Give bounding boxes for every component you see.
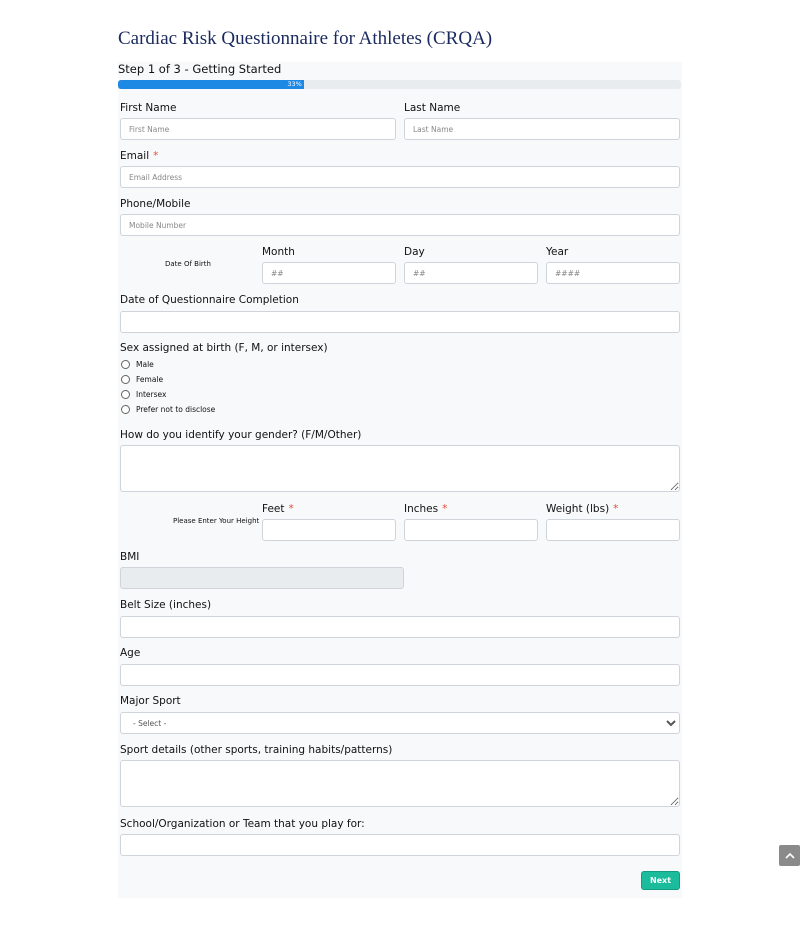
inches-required-mark: * xyxy=(442,503,448,515)
bmi-input xyxy=(120,567,404,589)
last-name-label: Last Name xyxy=(404,102,461,114)
progress-bar: 33% xyxy=(118,80,681,89)
first-name-label: First Name xyxy=(120,102,177,114)
dob-day-label: Day xyxy=(404,246,425,258)
school-label: School/Organization or Team that you pla… xyxy=(120,818,365,830)
feet-input[interactable] xyxy=(262,519,396,541)
step-label: Step 1 of 3 - Getting Started xyxy=(118,62,282,76)
feet-label: Feet * xyxy=(262,503,294,515)
sex-option-label: Male xyxy=(136,360,154,369)
sex-option-label: Intersex xyxy=(136,390,167,399)
dob-month-input[interactable] xyxy=(262,262,396,284)
radio-circle[interactable] xyxy=(121,360,130,369)
sex-option-male[interactable]: Male xyxy=(121,360,154,369)
dob-year-label: Year xyxy=(546,246,569,258)
progress-fill: 33% xyxy=(118,80,304,89)
dob-side-label: Date Of Birth xyxy=(165,260,211,268)
weight-required-mark: * xyxy=(613,503,619,515)
belt-input[interactable] xyxy=(120,616,680,638)
last-name-input[interactable] xyxy=(404,118,680,140)
phone-input[interactable] xyxy=(120,214,680,236)
page-title: Cardiac Risk Questionnaire for Athletes … xyxy=(118,28,493,49)
sex-option-intersex[interactable]: Intersex xyxy=(121,390,166,399)
sex-option-label: Prefer not to disclose xyxy=(136,405,216,414)
inches-input[interactable] xyxy=(404,519,538,541)
sex-option-prefer-not[interactable]: Prefer not to disclose xyxy=(121,405,215,414)
dob-month-label: Month xyxy=(262,246,295,258)
sex-option-female[interactable]: Female xyxy=(121,375,163,384)
weight-label-text: Weight (lbs) xyxy=(546,503,610,515)
form-panel: Step 1 of 3 - Getting Started 33% First … xyxy=(118,62,682,898)
first-name-input[interactable] xyxy=(120,118,396,140)
email-required-mark: * xyxy=(153,150,159,162)
weight-input[interactable] xyxy=(546,519,680,541)
age-input[interactable] xyxy=(120,664,680,686)
feet-required-mark: * xyxy=(288,503,294,515)
weight-label: Weight (lbs) * xyxy=(546,503,618,515)
completion-date-label: Date of Questionnaire Completion xyxy=(120,294,299,306)
sport-details-label: Sport details (other sports, training ha… xyxy=(120,744,393,756)
completion-date-input[interactable] xyxy=(120,311,680,333)
sport-label: Major Sport xyxy=(120,695,181,707)
sex-option-label: Female xyxy=(136,375,164,384)
sex-label: Sex assigned at birth (F, M, or intersex… xyxy=(120,342,328,354)
dob-year-input[interactable] xyxy=(546,262,680,284)
sport-details-textarea[interactable] xyxy=(120,760,680,807)
email-label: Email * xyxy=(120,150,158,162)
bmi-label: BMI xyxy=(120,551,140,563)
scroll-top-button[interactable] xyxy=(779,845,800,866)
school-input[interactable] xyxy=(120,834,680,856)
next-button[interactable]: Next xyxy=(641,871,680,890)
age-label: Age xyxy=(120,647,141,659)
radio-circle[interactable] xyxy=(121,390,130,399)
inches-label-text: Inches xyxy=(404,503,439,515)
height-side-label: Please Enter Your Height xyxy=(173,517,260,525)
email-label-text: Email xyxy=(120,150,150,162)
email-input[interactable] xyxy=(120,166,680,188)
radio-circle[interactable] xyxy=(121,375,130,384)
radio-circle[interactable] xyxy=(121,405,130,414)
chevron-up-icon xyxy=(784,852,795,859)
gender-textarea[interactable] xyxy=(120,445,680,492)
sport-select[interactable]: - Select - xyxy=(120,712,680,734)
belt-label: Belt Size (inches) xyxy=(120,599,212,611)
gender-label: How do you identify your gender? (F/M/Ot… xyxy=(120,429,362,441)
phone-label: Phone/Mobile xyxy=(120,198,191,210)
inches-label: Inches * xyxy=(404,503,447,515)
dob-day-input[interactable] xyxy=(404,262,538,284)
feet-label-text: Feet xyxy=(262,503,285,515)
